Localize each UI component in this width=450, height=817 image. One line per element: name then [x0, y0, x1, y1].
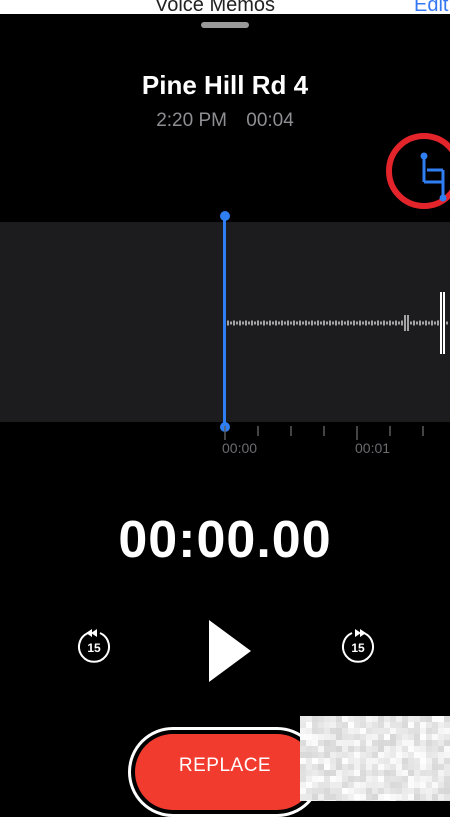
recording-title: Pine Hill Rd 4: [141, 70, 309, 100]
edit-button[interactable]: Edit: [414, 0, 448, 14]
recording-meta: 2:20 PM 00:04: [0, 110, 450, 132]
recording-time: 2:20 PM: [156, 110, 227, 131]
skip-back-15-button[interactable]: 15: [74, 627, 114, 667]
play-icon: [209, 620, 251, 682]
elapsed-timer: 00:00.00: [118, 511, 332, 569]
playhead-line[interactable]: [223, 213, 226, 430]
skip-back-label: 15: [87, 641, 101, 655]
replace-button[interactable]: REPLACE: [135, 734, 315, 810]
skip-forward-label: 15: [351, 641, 365, 655]
play-button[interactable]: [205, 618, 255, 684]
crop-icon[interactable]: [415, 152, 449, 204]
timeline-label-start: 00:00: [222, 440, 258, 456]
timeline-ticks: [224, 426, 424, 440]
timeline-label-one-second: 00:01: [355, 440, 391, 456]
background-header: Voice Memos Edit: [0, 0, 450, 14]
playhead-top-handle[interactable]: [219, 211, 230, 221]
sheet-grabber[interactable]: [201, 22, 249, 28]
recording-duration: 00:04: [246, 110, 294, 131]
skip-forward-15-button[interactable]: 15: [338, 627, 378, 667]
blurred-overlay-patch: [300, 716, 450, 801]
background-title: Voice Memos: [155, 0, 276, 14]
